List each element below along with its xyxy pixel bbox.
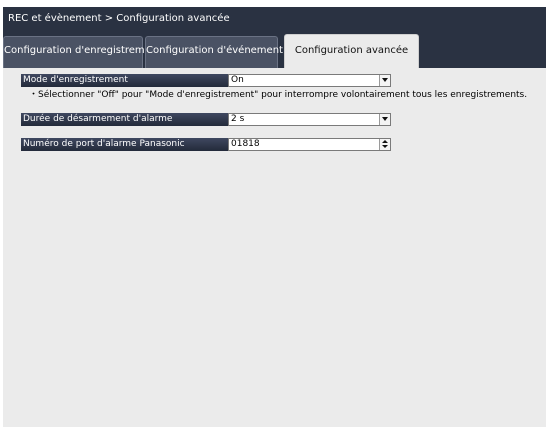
spinner-up-icon[interactable] (382, 140, 388, 143)
panasonic-alarm-port-input[interactable]: 01818 (228, 138, 391, 151)
tab-bar: Configuration d'enregistrement Configura… (3, 34, 546, 68)
spinner-arrows-icon[interactable] (379, 139, 390, 150)
panasonic-alarm-port-label: Numéro de port d'alarme Panasonic (21, 138, 229, 151)
spinner-down-icon[interactable] (382, 145, 388, 148)
chevron-down-icon[interactable] (379, 75, 390, 86)
chevron-down-icon[interactable] (379, 114, 390, 125)
tab-event-configuration[interactable]: Configuration d'événement (145, 36, 283, 68)
alarm-disarm-duration-label: Durée de désarmement d'alarme (21, 113, 229, 126)
advanced-settings-panel: Mode d'enregistrement On ・Sélectionner "… (3, 68, 546, 427)
panasonic-alarm-port-value: 01818 (231, 139, 260, 149)
panasonic-alarm-port-row: Numéro de port d'alarme Panasonic 01818 (21, 138, 391, 151)
recording-mode-label: Mode d'enregistrement (21, 74, 229, 87)
recording-mode-row: Mode d'enregistrement On (21, 74, 391, 87)
settings-window: REC et évènement > Configuration avancée… (3, 7, 546, 427)
recording-mode-value: On (231, 75, 244, 85)
recording-mode-select[interactable]: On (228, 74, 391, 87)
alarm-disarm-duration-value: 2 s (231, 114, 245, 124)
alarm-disarm-duration-select[interactable]: 2 s (228, 113, 391, 126)
tab-recording-configuration[interactable]: Configuration d'enregistrement (3, 36, 161, 68)
recording-mode-note: ・Sélectionner "Off" pour "Mode d'enregis… (29, 90, 528, 100)
breadcrumb: REC et évènement > Configuration avancée (8, 13, 230, 24)
tab-advanced-configuration[interactable]: Configuration avancée (284, 34, 419, 68)
alarm-disarm-duration-row: Durée de désarmement d'alarme 2 s (21, 113, 391, 126)
